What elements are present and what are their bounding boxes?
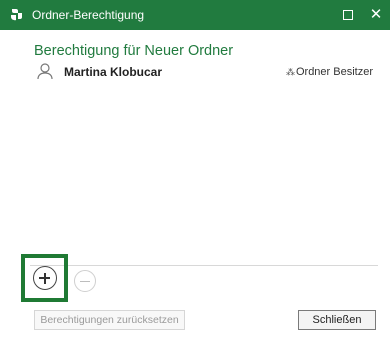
role-dropdown[interactable]: ⁂Ordner Besitzer — [286, 66, 373, 78]
user-name: Martina Klobucar — [64, 65, 163, 79]
permission-row[interactable]: Martina Klobucar ⁂Ordner Besitzer — [36, 60, 376, 84]
maximize-icon — [343, 10, 353, 20]
close-button[interactable]: Schließen — [298, 310, 376, 330]
dialog-heading: Berechtigung für Neuer Ordner — [34, 43, 234, 59]
group-icon: ⁂ — [285, 67, 295, 77]
divider — [30, 265, 378, 266]
reset-permissions-button[interactable]: Berechtigungen zurücksetzen — [34, 310, 185, 330]
role-label: Ordner Besitzer — [295, 66, 373, 78]
window-title: Ordner-Berechtigung — [32, 8, 145, 22]
close-window-button[interactable]: ✕ — [366, 5, 386, 25]
permissions-dialog: Ordner-Berechtigung ✕ Berechtigung für N… — [0, 0, 390, 341]
remove-permission-button[interactable] — [74, 270, 96, 292]
add-permission-button[interactable] — [33, 266, 57, 290]
maximize-button[interactable] — [338, 5, 358, 25]
app-logo-icon — [11, 9, 22, 21]
title-bar[interactable]: Ordner-Berechtigung ✕ — [0, 0, 390, 30]
user-icon — [37, 63, 53, 80]
